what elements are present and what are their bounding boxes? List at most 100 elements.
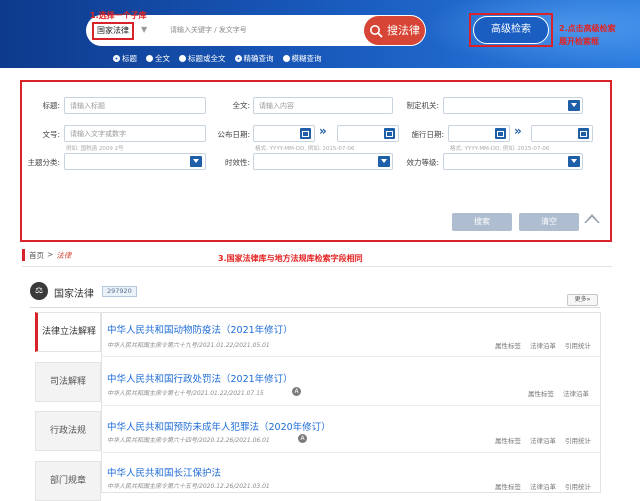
fulltext-input[interactable] (253, 97, 393, 114)
calendar-icon[interactable] (578, 128, 589, 139)
tag-attributes[interactable]: 属性标签 (495, 340, 521, 350)
annotation-advanced-line1: 2.点击高级检索 (559, 24, 616, 33)
section-count-badge: 297920 (102, 286, 137, 297)
docno-input[interactable] (64, 125, 206, 142)
result-title[interactable]: 中华人民共和国行政处罚法（2021年修订） (107, 371, 293, 385)
effdate-label: 施行日期: (411, 130, 444, 139)
level-select[interactable] (443, 153, 583, 170)
status-a-icon: A (292, 387, 301, 396)
breadcrumb-home[interactable]: 首页 (29, 250, 44, 261)
range-arrow-icon: » (319, 124, 327, 138)
tag-history[interactable]: 法律沿革 (563, 388, 589, 398)
tag-citations[interactable]: 引用统计 (565, 481, 591, 491)
tag-citations[interactable]: 引用统计 (565, 340, 591, 350)
search-scope-radios: 标题 全文 标题或全文 精确查询 模糊查询 (113, 53, 322, 64)
panel-clear-button[interactable]: 清空 (519, 213, 579, 231)
result-meta: 中华人民共和国主席令第七十号/2021.01.22/2021.07.15 (107, 390, 264, 397)
radio-title-label: 标题 (122, 54, 137, 63)
panel-search-button[interactable]: 搜索 (452, 213, 512, 231)
section-divider (30, 307, 600, 308)
tab-laws[interactable]: 法律立法解释 (35, 312, 101, 352)
topic-select[interactable] (64, 153, 206, 170)
chevron-down-icon[interactable] (568, 100, 580, 111)
tag-attributes[interactable]: 属性标签 (528, 388, 554, 398)
row-divider (101, 405, 601, 406)
tab-department-rules[interactable]: 部门规章 (35, 461, 101, 501)
effdate-hint: 格式: YYYY-MM-DD, 例如: 2015-07-06 (450, 146, 550, 152)
radio-exact[interactable]: 精确查询 (234, 53, 274, 64)
chevron-down-icon[interactable]: ▼ (141, 25, 147, 34)
radio-dot (113, 55, 120, 62)
breadcrumb-separator: > (47, 250, 54, 259)
result-title[interactable]: 中华人民共和国预防未成年人犯罪法（2020年修订） (107, 419, 331, 433)
collapse-icon-inner (586, 217, 598, 223)
breadcrumb-marker (22, 249, 25, 261)
annotation-select-db: 1.选择一个子库 (90, 11, 147, 20)
search-icon (370, 24, 383, 37)
radio-fuzzy[interactable]: 模糊查询 (282, 53, 322, 64)
radio-fulltext[interactable]: 全文 (146, 53, 170, 64)
chevron-down-icon[interactable] (378, 156, 390, 167)
pubdate-label: 公布日期: (217, 130, 250, 139)
radio-title-or-fulltext[interactable]: 标题或全文 (179, 53, 226, 64)
result-tags: 属性标签 法律沿革 引用统计 (495, 435, 591, 445)
topic-label: 主题分类: (27, 158, 60, 167)
level-label: 效力等级: (406, 158, 439, 167)
tag-history[interactable]: 法律沿革 (530, 435, 556, 445)
docno-hint: 例如: 国税函 2009 2号 (66, 146, 124, 152)
radio-fulltext-label: 全文 (155, 54, 170, 63)
tag-history[interactable]: 法律沿革 (530, 481, 556, 491)
advanced-search-button[interactable]: 高级检索 (473, 16, 549, 44)
radio-dot (282, 55, 290, 62)
result-meta: 中华人民共和国主席令第六十五号/2020.12.26/2021.03.01 (107, 483, 270, 490)
search-button-label: 搜法律 (387, 24, 420, 37)
calendar-icon[interactable] (495, 128, 506, 139)
database-select[interactable]: 国家法律 (92, 22, 134, 40)
chevron-down-icon[interactable] (190, 156, 202, 167)
annotation-advanced: 2.点击高级检索 展开检索框 (559, 22, 639, 48)
tab-judicial-interpretation[interactable]: 司法解释 (35, 362, 101, 402)
tag-citations[interactable]: 引用统计 (565, 435, 591, 445)
result-title[interactable]: 中华人民共和国动物防疫法（2021年修订） (107, 322, 293, 336)
row-divider (101, 452, 601, 453)
annotation-same-fields: 3.国家法律库与地方法规库检索字段相同 (218, 254, 363, 263)
docno-label: 文号: (42, 130, 60, 139)
radio-title-or-fulltext-label: 标题或全文 (188, 54, 226, 63)
divider (22, 266, 612, 267)
validity-label: 时效性: (224, 158, 250, 167)
calendar-icon[interactable] (384, 128, 395, 139)
breadcrumb: 首页 > 法律 (29, 250, 71, 261)
search-button[interactable]: 搜法律 (364, 16, 425, 45)
result-meta: 中华人民共和国主席令第六十九号/2021.01.22/2021.05.01 (107, 342, 270, 349)
radio-dot (234, 55, 242, 62)
radio-fuzzy-label: 模糊查询 (291, 54, 322, 63)
tag-attributes[interactable]: 属性标签 (495, 435, 521, 445)
fulltext-label: 全文: (232, 101, 250, 110)
result-title[interactable]: 中华人民共和国长江保护法 (107, 465, 221, 479)
breadcrumb-current: 法律 (56, 251, 72, 260)
tab-administrative-regulations[interactable]: 行政法规 (35, 411, 101, 451)
tag-attributes[interactable]: 属性标签 (495, 481, 521, 491)
calendar-icon[interactable] (300, 128, 311, 139)
agency-label: 制定机关: (406, 101, 439, 110)
pubdate-hint: 格式: YYYY-MM-DD, 例如: 2015-07-06 (255, 146, 355, 152)
validity-select[interactable] (253, 153, 393, 170)
annotation-advanced-line2: 展开检索框 (559, 37, 599, 46)
result-meta: 中华人民共和国主席令第六十四号/2020.12.26/2021.06.01 (107, 437, 270, 444)
agency-select[interactable] (443, 97, 583, 114)
more-button[interactable]: 更多» (567, 294, 598, 306)
title-input[interactable] (64, 97, 206, 114)
tag-history[interactable]: 法律沿革 (530, 340, 556, 350)
result-tags: 属性标签 法律沿革 (528, 388, 589, 398)
section-title: 国家法律 (54, 289, 94, 300)
radio-dot (179, 55, 186, 62)
result-tags: 属性标签 法律沿革 引用统计 (495, 481, 591, 491)
radio-title[interactable]: 标题 (113, 53, 137, 64)
row-divider (101, 356, 601, 357)
radio-dot (146, 55, 153, 62)
result-tags: 属性标签 法律沿革 引用统计 (495, 340, 591, 350)
radio-exact-label: 精确查询 (243, 54, 274, 63)
scale-icon: ⚖ (30, 282, 48, 300)
search-input[interactable] (170, 20, 355, 40)
chevron-down-icon[interactable] (568, 156, 580, 167)
